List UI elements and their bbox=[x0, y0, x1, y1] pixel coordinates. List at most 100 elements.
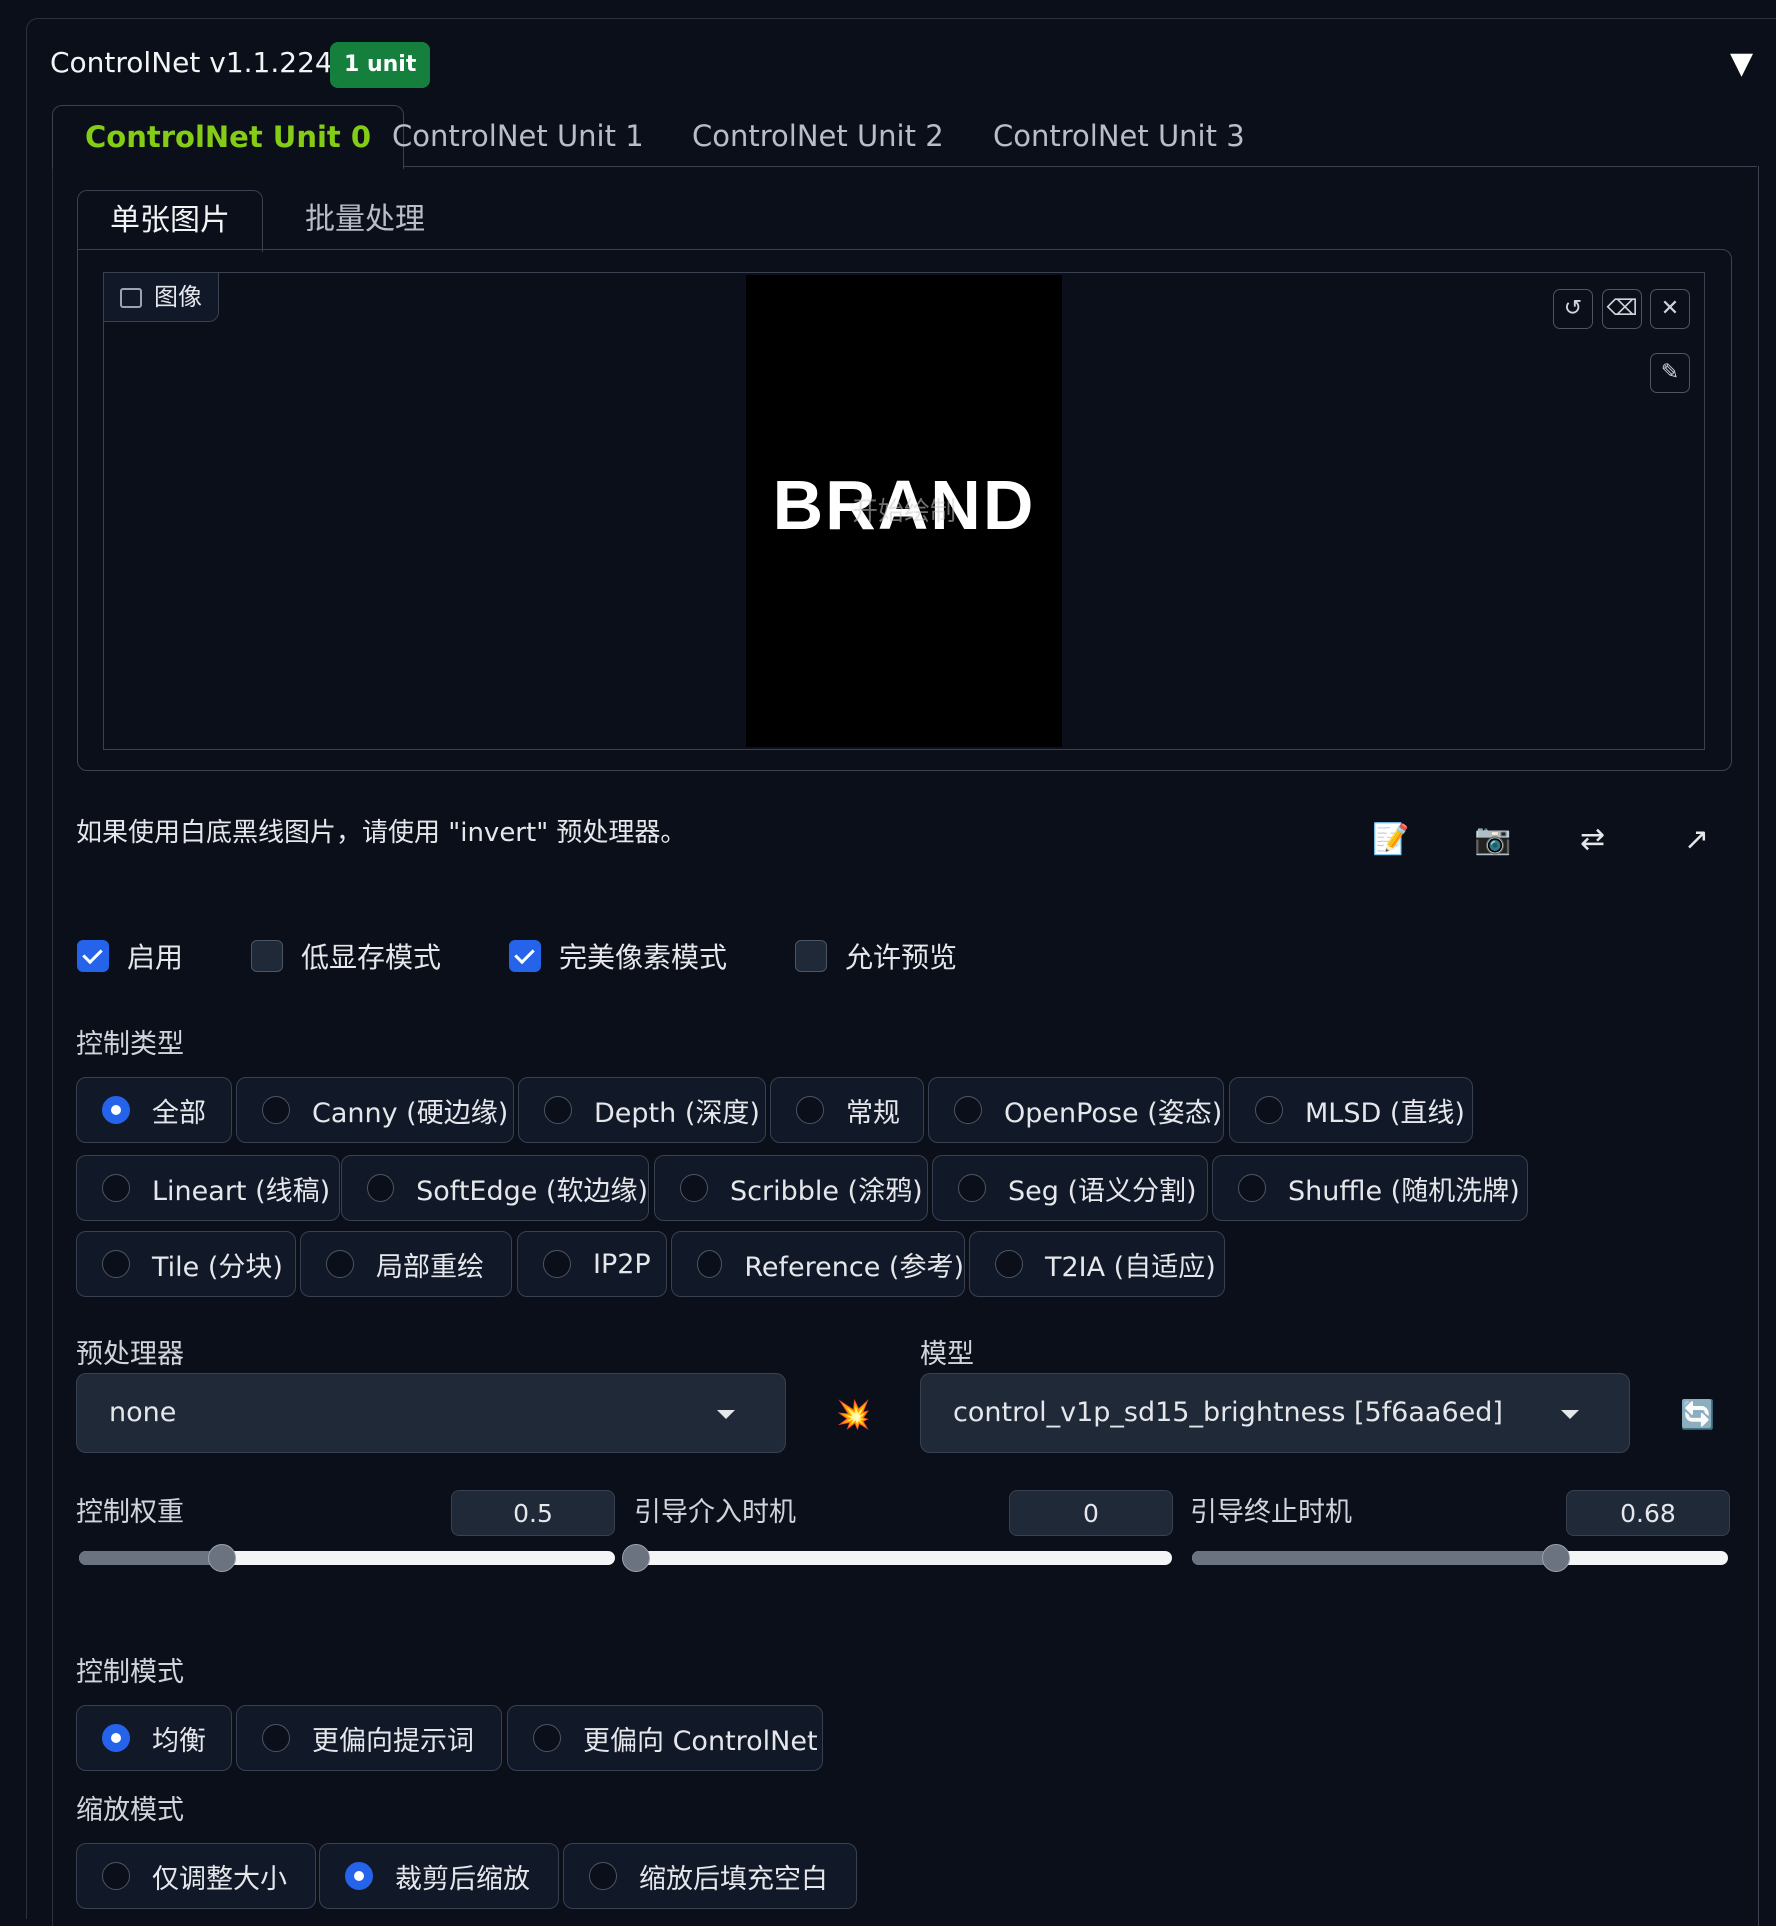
radio-dot[interactable] bbox=[544, 1096, 572, 1124]
control-type-reference[interactable]: Reference (参考) bbox=[671, 1231, 965, 1297]
control-mode-balanced[interactable]: 均衡 bbox=[76, 1705, 232, 1771]
reset-icon[interactable]: ↺ bbox=[1553, 289, 1593, 329]
radio-dot[interactable] bbox=[543, 1250, 571, 1278]
swap-icon[interactable]: ⇄ bbox=[1580, 822, 1605, 857]
radio-dot[interactable] bbox=[697, 1250, 723, 1278]
guidance-start-label: 引导介入时机 bbox=[634, 1497, 796, 1528]
radio-dot[interactable] bbox=[102, 1250, 130, 1278]
control-type-ip2p[interactable]: IP2P bbox=[517, 1231, 667, 1297]
close-icon[interactable]: ✕ bbox=[1650, 289, 1690, 329]
image-upload-area[interactable]: 图像 BRAND 开始绘制 ↺ ⌫ ✕ ✎ bbox=[103, 272, 1705, 750]
checkbox-label: 低显存模式 bbox=[301, 941, 442, 974]
tab-unit-0[interactable]: ControlNet Unit 0 bbox=[52, 105, 405, 169]
radio-label: Scribble (涂鸦) bbox=[730, 1175, 923, 1207]
radio-dot[interactable] bbox=[995, 1250, 1023, 1278]
control-type-scribble[interactable]: Scribble (涂鸦) bbox=[654, 1155, 928, 1221]
control-type-label: 控制类型 bbox=[76, 1029, 184, 1060]
radio-dot[interactable] bbox=[1255, 1096, 1283, 1124]
image-canvas[interactable]: BRAND 开始绘制 bbox=[746, 275, 1062, 747]
tab-unit-2[interactable]: ControlNet Unit 2 bbox=[692, 105, 944, 167]
edit-icon[interactable]: 📝 bbox=[1372, 822, 1409, 857]
refresh-models-icon[interactable]: 🔄 bbox=[1680, 1398, 1715, 1431]
radio-label: Canny (硬边缘) bbox=[312, 1097, 509, 1129]
model-label: 模型 bbox=[920, 1339, 974, 1370]
slider-thumb[interactable] bbox=[622, 1544, 650, 1572]
tab-unit-3[interactable]: ControlNet Unit 3 bbox=[993, 105, 1245, 167]
radio-dot[interactable] bbox=[326, 1250, 354, 1278]
tab-batch[interactable]: 批量处理 bbox=[305, 190, 425, 250]
slider-thumb[interactable] bbox=[207, 1544, 236, 1572]
radio-dot[interactable] bbox=[954, 1096, 982, 1124]
resize-mode-fill[interactable]: 缩放后填充空白 bbox=[563, 1843, 857, 1909]
radio-dot[interactable] bbox=[1238, 1174, 1266, 1202]
camera-icon[interactable]: 📷 bbox=[1474, 822, 1511, 857]
checkbox-box[interactable] bbox=[251, 940, 283, 972]
control-type-depth[interactable]: Depth (深度) bbox=[518, 1077, 766, 1143]
brush-icon[interactable]: ✎ bbox=[1650, 353, 1690, 393]
guidance-start-slider[interactable] bbox=[622, 1544, 1172, 1572]
resize-mode-just-resize[interactable]: 仅调整大小 bbox=[76, 1843, 316, 1909]
control-type-normal[interactable]: 常规 bbox=[770, 1077, 924, 1143]
radio-dot[interactable] bbox=[533, 1724, 561, 1752]
radio-dot[interactable] bbox=[367, 1174, 395, 1202]
model-value: control_v1p_sd15_brightness [5f6aa6ed] bbox=[953, 1397, 1503, 1428]
enable-checkbox[interactable]: 启用 bbox=[77, 936, 183, 976]
control-type-canny[interactable]: Canny (硬边缘) bbox=[236, 1077, 514, 1143]
preprocessor-select[interactable]: none bbox=[76, 1373, 786, 1453]
control-type-shuffle[interactable]: Shuffle (随机洗牌) bbox=[1212, 1155, 1528, 1221]
radio-label: Depth (深度) bbox=[594, 1097, 760, 1129]
tab-unit-1[interactable]: ControlNet Unit 1 bbox=[392, 105, 644, 167]
eraser-icon[interactable]: ⌫ bbox=[1602, 289, 1642, 329]
control-mode-controlnet[interactable]: 更偏向 ControlNet bbox=[507, 1705, 823, 1771]
slider-fill bbox=[79, 1551, 222, 1565]
control-type-inpaint[interactable]: 局部重绘 bbox=[300, 1231, 512, 1297]
control-mode-prompt[interactable]: 更偏向提示词 bbox=[236, 1705, 502, 1771]
control-type-openpose[interactable]: OpenPose (姿态) bbox=[928, 1077, 1224, 1143]
radio-dot[interactable] bbox=[958, 1174, 986, 1202]
weight-slider[interactable] bbox=[79, 1544, 615, 1572]
low-vram-checkbox[interactable]: 低显存模式 bbox=[251, 936, 441, 976]
radio-dot[interactable] bbox=[102, 1724, 130, 1752]
control-type-all[interactable]: 全部 bbox=[76, 1077, 232, 1143]
model-select[interactable]: control_v1p_sd15_brightness [5f6aa6ed] bbox=[920, 1373, 1630, 1453]
guidance-end-slider[interactable] bbox=[1192, 1544, 1728, 1572]
checkbox-box[interactable] bbox=[509, 940, 541, 972]
weight-input[interactable]: 0.5 bbox=[451, 1490, 615, 1536]
tab-single-image[interactable]: 单张图片 bbox=[77, 190, 263, 252]
radio-dot[interactable] bbox=[589, 1862, 617, 1890]
radio-dot[interactable] bbox=[102, 1096, 130, 1124]
control-type-mlsd[interactable]: MLSD (直线) bbox=[1229, 1077, 1473, 1143]
control-type-t2ia[interactable]: T2IA (自适应) bbox=[969, 1231, 1225, 1297]
resize-mode-crop-resize[interactable]: 裁剪后缩放 bbox=[319, 1843, 559, 1909]
preprocessor-label: 预处理器 bbox=[76, 1339, 184, 1370]
control-type-tile[interactable]: Tile (分块) bbox=[76, 1231, 296, 1297]
pixel-perfect-checkbox[interactable]: 完美像素模式 bbox=[509, 936, 727, 976]
control-type-lineart[interactable]: Lineart (线稿) bbox=[76, 1155, 340, 1221]
radio-dot[interactable] bbox=[680, 1174, 708, 1202]
control-type-seg[interactable]: Seg (语义分割) bbox=[932, 1155, 1208, 1221]
radio-dot[interactable] bbox=[262, 1096, 290, 1124]
allow-preview-checkbox[interactable]: 允许预览 bbox=[795, 936, 957, 976]
radio-label: MLSD (直线) bbox=[1305, 1097, 1465, 1129]
panel-title: ControlNet v1.1.224 bbox=[50, 46, 333, 79]
checkbox-box[interactable] bbox=[795, 940, 827, 972]
radio-dot[interactable] bbox=[102, 1174, 130, 1202]
run-preprocessor-icon[interactable]: 💥 bbox=[836, 1398, 871, 1431]
checkbox-label: 允许预览 bbox=[845, 941, 958, 974]
radio-dot[interactable] bbox=[102, 1862, 130, 1890]
checkbox-label: 启用 bbox=[127, 941, 184, 974]
radio-dot[interactable] bbox=[796, 1096, 824, 1124]
guidance-end-input[interactable]: 0.68 bbox=[1566, 1490, 1730, 1536]
checkbox-box[interactable] bbox=[77, 940, 109, 972]
control-mode-label: 控制模式 bbox=[76, 1657, 184, 1688]
radio-label: SoftEdge (软边缘) bbox=[416, 1175, 648, 1207]
checkbox-label: 完美像素模式 bbox=[559, 941, 728, 974]
radio-dot[interactable] bbox=[262, 1724, 290, 1752]
send-dimensions-icon[interactable]: ↗ bbox=[1684, 822, 1709, 857]
triangle-down-icon[interactable]: ▼ bbox=[1730, 46, 1753, 81]
guidance-start-input[interactable]: 0 bbox=[1009, 1490, 1173, 1536]
radio-dot[interactable] bbox=[345, 1862, 373, 1890]
radio-label: OpenPose (姿态) bbox=[1004, 1097, 1223, 1129]
chevron-down-icon bbox=[717, 1410, 735, 1419]
control-type-softedge[interactable]: SoftEdge (软边缘) bbox=[341, 1155, 649, 1221]
